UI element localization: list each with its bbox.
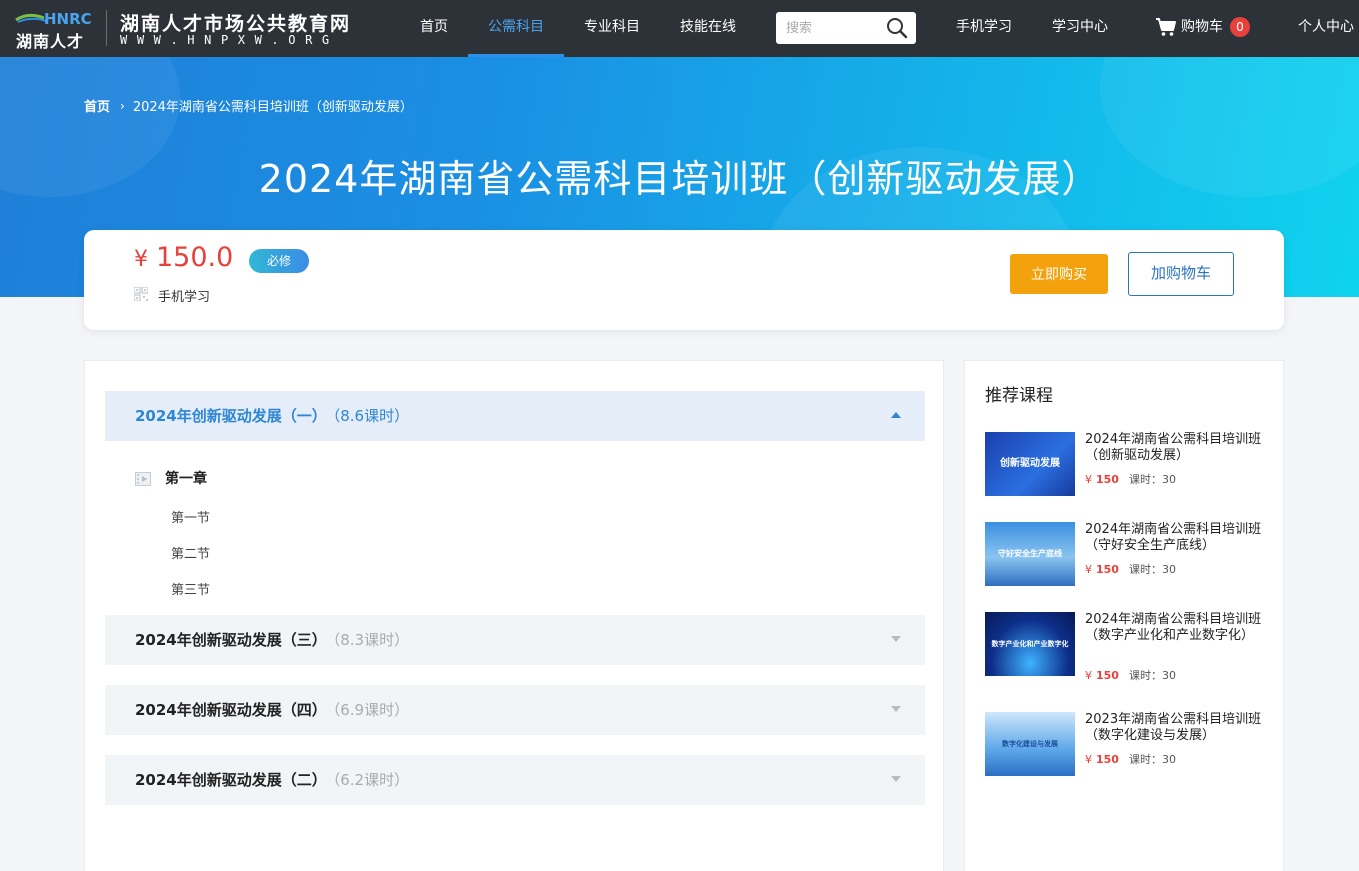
section-header[interactable]: 2024年创新驱动发展（三） （8.3课时）	[105, 615, 925, 665]
chevron-down-icon	[891, 706, 901, 712]
chevron-up-icon	[891, 412, 901, 418]
price-card: ¥150.0 必修 手机学习 立即购买 加购物车	[84, 230, 1284, 330]
nav-learning-center[interactable]: 学习中心	[1051, 0, 1109, 57]
nav-professional-subjects[interactable]: 专业科目	[584, 0, 640, 57]
course-title: 2023年湖南省公需科目培训班（数字化建设与发展）	[1085, 712, 1262, 743]
logo-divider	[106, 10, 107, 46]
chevron-down-icon	[891, 776, 901, 782]
chapter-label: 第一章	[165, 471, 207, 487]
breadcrumb-home[interactable]: 首页	[84, 100, 110, 115]
page-title: 2024年湖南省公需科目培训班（创新驱动发展）	[258, 157, 1101, 201]
course-thumbnail: 守好安全生产底线	[985, 522, 1075, 586]
recommended-course[interactable]: 守好安全生产底线 2024年湖南省公需科目培训班（守好安全生产底线） ¥150 课…	[985, 522, 1270, 588]
recommended-course[interactable]: 数字产业化和产业数字化 2024年湖南省公需科目培训班（数字产业化和产业数字化）…	[985, 612, 1270, 682]
course-meta: ¥150 课时：30	[1085, 669, 1176, 682]
cart-label: 购物车	[1181, 19, 1223, 35]
nav-mobile-learning[interactable]: 手机学习	[955, 0, 1013, 57]
breadcrumb-current: 2024年湖南省公需科目培训班（创新驱动发展）	[132, 100, 413, 115]
cart-count-badge: 0	[1230, 17, 1250, 37]
add-to-cart-button[interactable]: 加购物车	[1128, 252, 1234, 296]
chevron-right-icon: ›	[120, 98, 125, 113]
section-hours: （8.3课时）	[332, 631, 410, 649]
lesson-item[interactable]: 第三节	[171, 579, 210, 598]
section-hours: （6.2课时）	[332, 771, 410, 789]
section-title: 2024年创新驱动发展（三） （8.3课时）	[135, 631, 410, 649]
currency-symbol: ¥	[134, 247, 148, 272]
course-thumbnail: 数字化建设与发展	[985, 712, 1075, 776]
breadcrumb: 首页 › 2024年湖南省公需科目培训班（创新驱动发展）	[84, 96, 413, 116]
section-hours: （8.6课时）	[332, 407, 410, 425]
course-title: 2024年湖南省公需科目培训班（守好安全生产底线）	[1085, 522, 1262, 553]
course-meta: ¥150 课时：30	[1085, 563, 1176, 576]
section-title: 2024年创新驱动发展（四） （6.9课时）	[135, 701, 410, 719]
required-tag: 必修	[249, 249, 309, 273]
buy-now-button[interactable]: 立即购买	[1010, 254, 1108, 294]
chevron-down-icon	[891, 636, 901, 642]
sidebar-title: 推荐课程	[985, 386, 1053, 406]
nav-public-subjects[interactable]: 公需科目	[468, 0, 564, 57]
course-thumbnail: 创新驱动发展	[985, 432, 1075, 496]
site-url: WWW.HNPXW.ORG	[120, 33, 339, 47]
course-title: 2024年湖南省公需科目培训班（创新驱动发展）	[1085, 432, 1262, 463]
section-header[interactable]: 2024年创新驱动发展（四） （6.9课时）	[105, 685, 925, 735]
svg-text:HNRC: HNRC	[44, 10, 92, 28]
course-meta: ¥150 课时：30	[1085, 473, 1176, 486]
logo-text: 湖南人才	[16, 32, 85, 51]
lesson-item[interactable]: 第一节	[171, 507, 210, 526]
search-input[interactable]	[776, 12, 880, 44]
course-thumbnail: 数字产业化和产业数字化	[985, 612, 1075, 676]
course-price: ¥150.0	[134, 242, 233, 273]
qr-code-icon[interactable]	[134, 287, 148, 301]
recommended-courses-panel: 推荐课程 创新驱动发展 2024年湖南省公需科目培训班（创新驱动发展） ¥150…	[964, 360, 1284, 871]
site-logo[interactable]: HNRC 湖南人才	[14, 8, 96, 51]
section-title: 2024年创新驱动发展（二） （6.2课时）	[135, 771, 410, 789]
recommended-course[interactable]: 创新驱动发展 2024年湖南省公需科目培训班（创新驱动发展） ¥150 课时：30	[985, 432, 1270, 498]
search-icon[interactable]	[886, 17, 908, 39]
section-header[interactable]: 2024年创新驱动发展（一） （8.6课时）	[105, 391, 925, 441]
course-meta: ¥150 课时：30	[1085, 753, 1176, 766]
course-content-panel: 2024年创新驱动发展（一） （8.6课时） 第一章 第一节 第二节 第三节 20…	[84, 360, 944, 871]
nav-personal-center[interactable]: 个人中心	[1297, 0, 1355, 57]
section-header[interactable]: 2024年创新驱动发展（二） （6.2课时）	[105, 755, 925, 805]
nav-home[interactable]: 首页	[419, 0, 449, 57]
course-title: 2024年湖南省公需科目培训班（数字产业化和产业数字化）	[1085, 612, 1262, 643]
section-title: 2024年创新驱动发展（一） （8.6课时）	[135, 407, 410, 425]
site-name: 湖南人才市场公共教育网	[120, 13, 352, 35]
recommended-course[interactable]: 数字化建设与发展 2023年湖南省公需科目培训班（数字化建设与发展） ¥150 课…	[985, 712, 1270, 778]
mobile-learning-link[interactable]: 手机学习	[158, 286, 210, 305]
nav-skills-online[interactable]: 技能在线	[679, 0, 737, 57]
search-box	[776, 12, 916, 44]
hnrc-logo-mark: HNRC	[15, 10, 92, 28]
cart-icon	[1156, 18, 1176, 36]
top-navbar: HNRC 湖南人才 湖南人才市场公共教育网 WWW.HNPXW.ORG 首页 公…	[0, 0, 1359, 57]
price-value: 150.0	[156, 242, 234, 273]
video-icon	[135, 472, 151, 486]
lesson-item[interactable]: 第二节	[171, 543, 210, 562]
section-hours: （6.9课时）	[332, 701, 410, 719]
